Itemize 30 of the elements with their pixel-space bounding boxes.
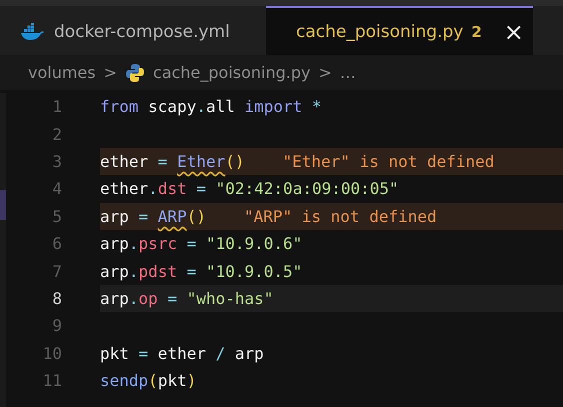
close-icon[interactable]: × — [504, 20, 524, 44]
line-number: 5 — [51, 206, 62, 226]
line-number: 3 — [51, 152, 62, 171]
breadcrumb-item[interactable]: … — [340, 63, 356, 82]
line-number: 9 — [51, 316, 62, 336]
tab-label: docker-compose.yml — [54, 22, 230, 42]
code-line: from scapy.all import * — [100, 96, 323, 118]
line-number: 4 — [51, 179, 62, 198]
line-number: 1 — [51, 97, 62, 116]
editor-tab[interactable]: cache_poisoning.py 2 × — [266, 6, 533, 55]
tab-label: cache_poisoning.py — [296, 22, 464, 42]
line-number: 7 — [51, 262, 62, 281]
code-line: arp.psrc = "10.9.0.6" — [100, 233, 304, 256]
line-number: 2 — [51, 124, 62, 144]
line-number: 11 — [42, 371, 62, 390]
chevron-separator: > — [104, 63, 118, 82]
code-line: arp.pdst = "10.9.0.5" — [100, 260, 304, 283]
problem-count: 2 — [471, 22, 482, 40]
activity-indicator — [0, 190, 6, 220]
breadcrumb-item[interactable]: cache_poisoning.py — [153, 63, 311, 82]
line-number: 6 — [51, 234, 62, 254]
chevron-separator: > — [318, 63, 332, 82]
line-number: 10 — [42, 344, 62, 363]
line-number: 8 — [51, 288, 62, 308]
code-line: pkt = ether / arp — [100, 342, 265, 365]
code-line: sendp(pkt) — [100, 370, 198, 392]
breadcrumb-item[interactable]: volumes — [28, 63, 96, 82]
code-line: ether.dst = "02:42:0a:09:00:05" — [100, 178, 400, 200]
whale-icon — [20, 22, 44, 40]
python-icon — [125, 62, 146, 82]
